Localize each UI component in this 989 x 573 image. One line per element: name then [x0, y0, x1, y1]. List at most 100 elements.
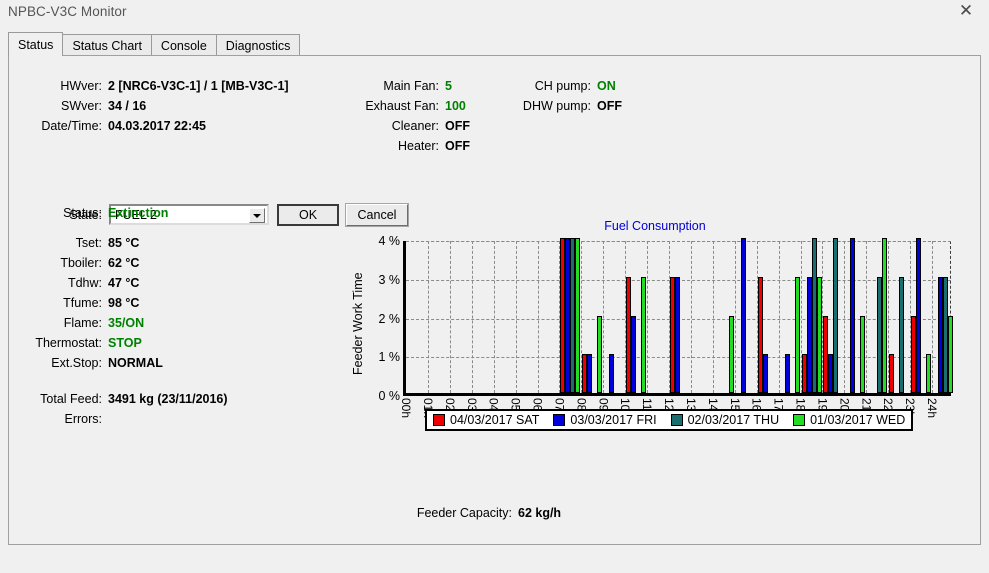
- info-value: ON: [597, 79, 616, 93]
- info-key: Total Feed:: [19, 392, 102, 406]
- feeder-capacity-row: Feeder Capacity: 62 kg/h: [402, 506, 561, 520]
- chart-bar: [795, 277, 800, 393]
- info-value: 5: [445, 79, 452, 93]
- legend-swatch: [671, 414, 683, 426]
- info-key: Tdhw:: [19, 276, 102, 290]
- tab-console[interactable]: Console: [151, 34, 217, 56]
- fuel-consumption-chart: Fuel Consumption Feeder Work Time 0 %1 %…: [345, 219, 965, 469]
- chart-bar: [916, 238, 921, 393]
- info-value: Extinction: [108, 206, 168, 220]
- legend-swatch: [433, 414, 445, 426]
- info-key: Date/Time:: [34, 119, 102, 133]
- info-value: STOP: [108, 336, 142, 350]
- info-key: Tboiler:: [19, 256, 102, 270]
- info-value: 98 °C: [108, 296, 139, 310]
- chart-bar: [641, 277, 646, 393]
- chart-y-tick: 0 %: [378, 389, 400, 403]
- tab-status-chart[interactable]: Status Chart: [62, 34, 151, 56]
- info-row: HWver: 2 [NRC6-V3C-1] / 1 [MB-V3C-1]: [34, 79, 289, 93]
- info-key: SWver:: [34, 99, 102, 113]
- info-key: Thermostat:: [19, 336, 102, 350]
- info-value: OFF: [445, 119, 470, 133]
- chart-gridline-v: [932, 241, 933, 393]
- chart-gridline-v: [472, 241, 473, 393]
- chevron-down-icon[interactable]: [249, 208, 265, 223]
- chart-bar: [609, 354, 614, 393]
- info-key: HWver:: [34, 79, 102, 93]
- chart-y-tick: 3 %: [378, 273, 400, 287]
- info-row: Cleaner: OFF: [349, 119, 470, 133]
- chart-gridline-v: [691, 241, 692, 393]
- chart-gridline-v: [450, 241, 451, 393]
- info-row: Tboiler: 62 °C: [19, 256, 139, 270]
- chart-bar: [860, 316, 865, 394]
- info-key: Cleaner:: [349, 119, 439, 133]
- chart-bar: [926, 354, 931, 393]
- chart-legend: 04/03/2017 SAT 03/03/2017 FRI 02/03/2017 T…: [425, 409, 913, 431]
- chart-gridline-v: [538, 241, 539, 393]
- legend-label: 04/03/2017 SAT: [450, 413, 539, 427]
- chart-bar: [785, 354, 790, 393]
- chart-bar: [631, 316, 636, 394]
- chart-gridline-h: [406, 241, 951, 242]
- ok-button[interactable]: OK: [277, 204, 339, 226]
- chart-bar: [597, 316, 602, 394]
- info-row: DHW pump:OFF: [509, 99, 622, 113]
- tab-bar: StatusStatus ChartConsoleDiagnostics: [8, 32, 299, 56]
- info-key: Flame:: [19, 316, 102, 330]
- legend-item: 03/03/2017 FRI: [553, 413, 656, 427]
- chart-bar: [948, 316, 953, 394]
- chart-y-tick: 1 %: [378, 350, 400, 364]
- info-value: 100: [445, 99, 466, 113]
- chart-gridline-v: [428, 241, 429, 393]
- legend-item: 04/03/2017 SAT: [433, 413, 539, 427]
- chart-bar: [833, 238, 838, 393]
- chart-gridline-v: [713, 241, 714, 393]
- legend-label: 01/03/2017 WED: [810, 413, 905, 427]
- info-value: 35/ON: [108, 316, 144, 330]
- chart-gridline-v: [779, 241, 780, 393]
- chart-bar: [850, 238, 855, 393]
- chart-y-axis-label: Feeder Work Time: [351, 249, 367, 399]
- info-key: Exhaust Fan:: [349, 99, 439, 113]
- close-icon[interactable]: ✕: [943, 0, 989, 22]
- info-row: Thermostat: STOP: [19, 336, 142, 350]
- info-key: Tset:: [19, 236, 102, 250]
- info-row: SWver: 34 / 16: [34, 99, 146, 113]
- tab-diagnostics[interactable]: Diagnostics: [216, 34, 301, 56]
- info-key: CH pump:: [509, 79, 591, 93]
- info-row: Status:Extinction: [19, 206, 168, 220]
- info-key: Ext.Stop:: [19, 356, 102, 370]
- info-row: Tset:85 °C: [19, 236, 139, 250]
- info-key: Tfume:: [19, 296, 102, 310]
- legend-label: 02/03/2017 THU: [688, 413, 780, 427]
- chart-bar: [587, 354, 592, 393]
- info-value: 34 / 16: [108, 99, 146, 113]
- info-value: 04.03.2017 22:45: [108, 119, 206, 133]
- chart-y-tick: 2 %: [378, 312, 400, 326]
- legend-swatch: [553, 414, 565, 426]
- feeder-capacity-value: 62 kg/h: [518, 506, 561, 520]
- legend-label: 03/03/2017 FRI: [570, 413, 656, 427]
- chart-gridline-v: [494, 241, 495, 393]
- info-key: Main Fan:: [349, 79, 439, 93]
- info-value: 3491 kg (23/11/2016): [108, 392, 228, 406]
- chart-bar: [899, 277, 904, 393]
- info-value: 2 [NRC6-V3C-1] / 1 [MB-V3C-1]: [108, 79, 289, 93]
- chart-bar: [763, 354, 768, 393]
- info-row: Flame: 35/ON: [19, 316, 144, 330]
- chart-plot-area: 0 %1 %2 %3 %4 %00h01h02h03h04h05h06h07h0…: [403, 241, 951, 396]
- info-key: Errors:: [19, 412, 102, 426]
- info-row: Exhaust Fan: 100: [349, 99, 466, 113]
- legend-swatch: [793, 414, 805, 426]
- info-value: 62 °C: [108, 256, 139, 270]
- window-title: NPBC-V3C Monitor: [8, 4, 127, 19]
- chart-bar: [882, 238, 887, 393]
- tab-status[interactable]: Status: [8, 32, 63, 56]
- chart-gridline-v: [735, 241, 736, 393]
- legend-item: 02/03/2017 THU: [671, 413, 780, 427]
- chart-x-tick: 24h: [925, 398, 939, 418]
- info-row: Ext.Stop:NORMAL: [19, 356, 163, 370]
- chart-gridline-v: [844, 241, 845, 393]
- chart-bar: [741, 238, 746, 393]
